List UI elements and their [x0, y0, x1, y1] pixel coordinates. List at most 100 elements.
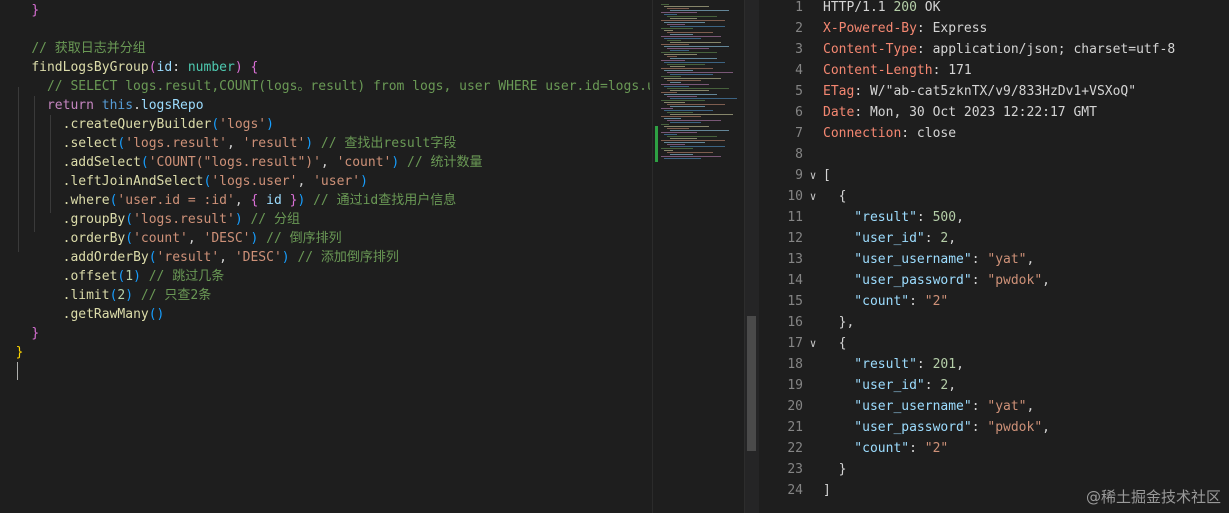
minimap-line — [661, 76, 681, 77]
minimap-line — [664, 22, 705, 23]
code-token: , — [297, 174, 314, 189]
response-token: "pwdok" — [987, 273, 1043, 288]
minimap-line — [664, 70, 693, 71]
response-token: "pwdok" — [987, 420, 1043, 435]
response-token: : — [971, 420, 988, 435]
code-token: // 倒序排列 — [258, 231, 342, 246]
response-token: "user_username" — [823, 252, 972, 267]
minimap-line — [667, 128, 689, 129]
response-line: 9 ∨[ — [759, 165, 1229, 186]
code-token: .limit — [62, 288, 110, 303]
http-response-panel[interactable]: 1 HTTP/1.1 200 OK 2 X-Powered-By: Express 3 C… — [759, 0, 1229, 513]
line-number: 3 — [795, 42, 803, 57]
response-line: 19 "user_id": 2, — [759, 375, 1229, 396]
watermark: @稀土掘金技术社区 — [1085, 488, 1221, 506]
response-token: : — [916, 210, 933, 225]
code-token: 'count' — [133, 231, 188, 246]
line-number: 4 — [795, 63, 803, 78]
scrollbar-thumb[interactable] — [747, 316, 756, 451]
response-line: 5 ETag: W/"ab-cat5zknTX/v9/833HzDv1+VSXoQ… — [759, 81, 1229, 102]
minimap-line — [670, 74, 713, 75]
minimap-line — [670, 34, 693, 35]
response-line: 10 ∨ { — [759, 186, 1229, 207]
code-token: ( — [125, 212, 134, 227]
response-line: 13 "user_username": "yat", — [759, 249, 1229, 270]
minimap-line — [667, 24, 685, 25]
line-number: 12 — [787, 231, 803, 246]
code-token: 'logs.user' — [211, 174, 298, 189]
minimap-line — [670, 90, 709, 91]
minimap-line — [661, 20, 725, 21]
response-token: "count" — [823, 294, 910, 309]
minimap-line — [670, 82, 681, 83]
line-number: 19 — [787, 378, 803, 393]
response-token: Connection — [823, 126, 902, 141]
code-token: .addSelect — [62, 155, 141, 170]
code-line: .where('user.id = :id', { id }) // 通过id查… — [0, 191, 650, 210]
minimap-line — [667, 56, 677, 57]
line-number: 17 — [787, 336, 803, 351]
response-token: }, — [823, 315, 855, 330]
fold-chevron-icon[interactable]: ∨ — [803, 165, 823, 186]
response-line: 21 "user_password": "pwdok", — [759, 417, 1229, 438]
minimap-line — [661, 4, 669, 5]
fold-chevron-icon[interactable]: ∨ — [803, 333, 823, 354]
minimap-line — [670, 154, 693, 155]
minimap-line — [667, 136, 717, 137]
code-token: .createQueryBuilder — [62, 117, 212, 132]
code-token: , — [219, 250, 235, 265]
response-token: "2" — [924, 441, 949, 456]
minimap-line — [661, 148, 693, 149]
minimap-line — [661, 44, 689, 45]
fold-chevron-icon[interactable]: ∨ — [803, 186, 823, 207]
response-token: "count" — [823, 441, 910, 456]
code-token: ) — [360, 174, 368, 189]
response-token: : — [916, 357, 933, 372]
code-token: ( — [211, 117, 220, 132]
code-token: logsRepo — [140, 98, 204, 113]
code-token: // 添加倒序排列 — [289, 250, 399, 265]
minimap-line — [664, 142, 705, 143]
code-token: .addOrderBy — [62, 250, 149, 265]
code-editor[interactable]: } // 获取日志并分组 findLogsByGroup(id: number)… — [0, 0, 652, 513]
minimap[interactable] — [652, 0, 745, 513]
minimap-line — [670, 10, 729, 11]
line-number: 16 — [787, 315, 803, 330]
response-token: { — [823, 336, 847, 351]
response-token: , — [1026, 252, 1035, 267]
code-token: id — [258, 193, 290, 208]
response-token: Date — [823, 105, 855, 120]
response-token: [ — [823, 168, 831, 183]
response-line: 22 "count": "2" — [759, 438, 1229, 459]
vertical-scrollbar[interactable] — [744, 0, 759, 513]
response-token: "yat" — [987, 399, 1027, 414]
code-token: , — [320, 155, 337, 170]
minimap-line — [661, 52, 717, 53]
code-line: findLogsByGroup(id: number) { — [0, 58, 650, 77]
code-token: .orderBy — [62, 231, 126, 246]
code-token: } — [31, 326, 40, 341]
code-token: { — [250, 60, 259, 75]
indent-guide — [34, 96, 35, 232]
code-token: 'user.id = :id' — [117, 193, 235, 208]
minimap-line — [661, 156, 721, 157]
minimap-line — [661, 36, 721, 37]
code-line: // 获取日志并分组 — [0, 39, 650, 58]
code-token: ( — [140, 155, 149, 170]
code-token: return — [46, 98, 102, 113]
response-line: 17 ∨ { — [759, 333, 1229, 354]
code-token: ( — [125, 231, 134, 246]
code-line: .createQueryBuilder('logs') — [0, 115, 650, 134]
response-token: OK — [916, 0, 941, 15]
minimap-line — [667, 120, 721, 121]
code-token: number — [187, 60, 235, 75]
code-token: 'DESC' — [203, 231, 251, 246]
code-token: // 跳过几条 — [140, 269, 225, 284]
code-line: } — [0, 1, 650, 20]
response-line: 7 Connection: close — [759, 123, 1229, 144]
minimap-line — [670, 138, 697, 139]
response-token: 200 — [893, 0, 917, 15]
response-token: "result" — [823, 210, 917, 225]
response-token: : — [971, 273, 988, 288]
